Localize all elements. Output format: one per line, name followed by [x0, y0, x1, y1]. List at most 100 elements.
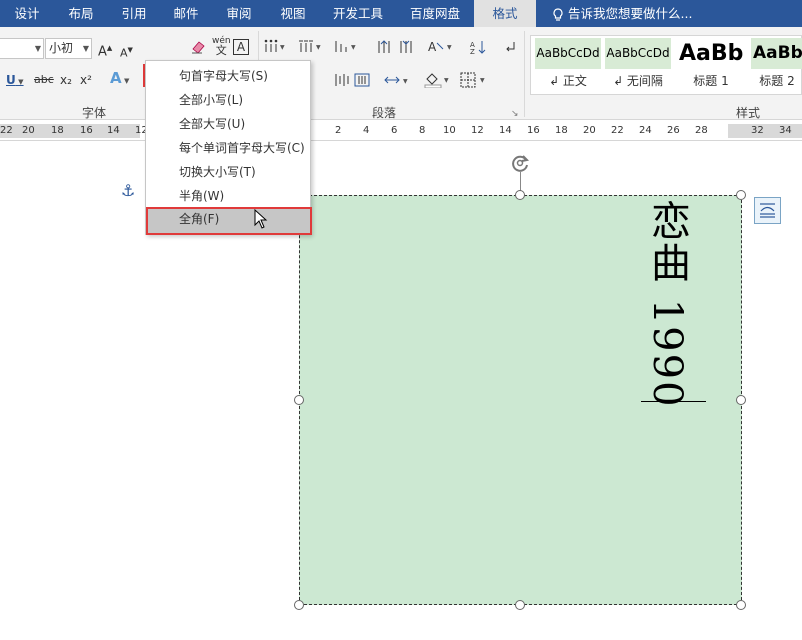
distributed-icon	[354, 73, 370, 87]
menu-item-half-width[interactable]: 半角(W)	[146, 184, 310, 208]
font-name-combo[interactable]: ▼	[0, 38, 44, 59]
tab-developer[interactable]: 开发工具	[320, 0, 396, 27]
styles-group-label: 样式	[736, 106, 761, 120]
tab-format[interactable]: 格式	[474, 0, 536, 27]
text-effects-button[interactable]: A ▼	[110, 70, 129, 89]
resize-handle-right[interactable]	[736, 395, 746, 405]
style-heading-1-name: 标题 1	[693, 74, 729, 88]
tab-view[interactable]: 视图	[266, 0, 320, 27]
borders-button[interactable]: ▼	[460, 72, 488, 92]
subscript-button[interactable]: x₂	[60, 72, 72, 88]
ruler-tick: 24	[639, 125, 652, 136]
tab-mailings[interactable]: 邮件	[160, 0, 212, 27]
shading-button[interactable]: ▼	[424, 72, 452, 92]
menu-item-toggle-case[interactable]: 切换大小写(T)	[146, 160, 310, 184]
decrease-indent-button[interactable]	[376, 39, 392, 59]
tell-me-box[interactable]: 告诉我您想要做什么...	[552, 0, 692, 27]
tab-layout[interactable]: 布局	[54, 0, 108, 27]
resize-handle-bottom-right[interactable]	[736, 600, 746, 610]
group-separator	[524, 31, 525, 117]
text-direction-icon: A ▼	[428, 40, 452, 54]
subscript-icon: x₂	[60, 73, 72, 87]
ruler-tick: 34	[779, 125, 792, 136]
horizontal-ruler[interactable]: 22 20 18 16 14 12 2 4 6 8 10 12 14 16 18…	[0, 121, 802, 141]
underline-button[interactable]: U ▼	[6, 72, 24, 90]
rotate-handle-icon[interactable]	[509, 152, 531, 174]
align-center-icon	[335, 74, 349, 86]
ruler-tick: 12	[471, 125, 484, 136]
style-heading-1-sample: AaBb	[679, 38, 743, 69]
style-heading-1[interactable]: AaBb 标题 1	[679, 38, 743, 94]
distributed-button[interactable]	[354, 73, 370, 91]
multilevel-list-icon: ▼	[335, 41, 356, 52]
text-direction-button[interactable]: A ▼	[428, 39, 454, 59]
layout-options-icon	[760, 203, 775, 218]
superscript-button[interactable]: x²	[80, 72, 92, 88]
resize-handle-bottom-left[interactable]	[294, 600, 304, 610]
paragraph-group-label: 段落	[372, 106, 397, 120]
grow-font-icon: A	[98, 44, 107, 60]
menu-item-uppercase[interactable]: 全部大写(U)	[146, 112, 310, 136]
layout-options-button[interactable]	[754, 197, 781, 224]
resize-handle-left[interactable]	[294, 395, 304, 405]
svg-text:▼: ▼	[351, 44, 356, 51]
tab-design[interactable]: 设计	[0, 0, 54, 27]
text-box-content[interactable]: 恋曲 1990	[644, 200, 690, 409]
lightbulb-icon	[553, 7, 563, 21]
change-case-menu: 句首字母大写(S) 全部小写(L) 全部大写(U) 每个单词首字母大写(C) 切…	[145, 60, 312, 235]
text-cursor-line	[641, 401, 706, 402]
align-center-button[interactable]	[334, 73, 350, 91]
text-effects-icon: A	[110, 69, 122, 87]
increase-indent-button[interactable]	[398, 39, 414, 59]
numbering-button[interactable]: ▼	[298, 39, 322, 57]
ruler-tick: 18	[555, 125, 568, 136]
ruler-tick: 10	[443, 125, 456, 136]
show-marks-button[interactable]	[504, 39, 518, 59]
ruler-tick: 6	[391, 125, 398, 136]
style-normal[interactable]: AaBbCcDd ↲ 正文	[535, 38, 601, 94]
paint-bucket-icon: ▼	[424, 73, 449, 89]
tab-review[interactable]: 审阅	[212, 0, 266, 27]
svg-text:A: A	[428, 40, 437, 54]
style-heading-2-sample: AaBb	[751, 38, 802, 69]
tab-references[interactable]: 引用	[108, 0, 160, 27]
style-normal-sample: AaBbCcDd	[535, 38, 601, 69]
style-no-spacing[interactable]: AaBbCcDd ↲ 无间隔	[605, 38, 671, 94]
resize-handle-top-right[interactable]	[736, 190, 746, 200]
numbering-icon: ▼	[299, 40, 321, 52]
shrink-font-button[interactable]: A▼	[120, 42, 133, 62]
ruler-tick: 16	[527, 125, 540, 136]
bullets-icon: ▼	[264, 39, 285, 52]
sort-button[interactable]: AZ	[470, 39, 486, 59]
bullets-button[interactable]: ▼	[264, 39, 286, 57]
style-normal-name: ↲ 正文	[549, 74, 587, 88]
resize-handle-bottom[interactable]	[515, 600, 525, 610]
ruler-tick: 20	[22, 125, 35, 136]
underline-icon: U	[6, 73, 16, 87]
multilevel-list-button[interactable]: ▼	[333, 39, 357, 57]
clear-format-button[interactable]	[190, 40, 206, 58]
ruler-tick: 4	[363, 125, 370, 136]
svg-text:▼: ▼	[447, 44, 452, 51]
paragraph-dialog-launcher[interactable]: ↘	[511, 106, 519, 122]
menu-item-full-width[interactable]: 全角(F)	[146, 207, 312, 235]
style-no-spacing-sample: AaBbCcDd	[605, 38, 671, 69]
tab-baidu-netdisk[interactable]: 百度网盘	[396, 0, 474, 27]
menu-item-lowercase[interactable]: 全部小写(L)	[146, 88, 310, 112]
phonetic-guide-button[interactable]: wén 文	[212, 37, 231, 57]
font-size-combo[interactable]: 小初 ▼	[45, 38, 92, 59]
style-heading-2[interactable]: AaBb 标题 2	[751, 38, 802, 94]
svg-text:▼: ▼	[480, 77, 485, 84]
character-border-button[interactable]: A	[233, 39, 249, 55]
grow-font-button[interactable]: A▲	[98, 40, 112, 60]
menu-item-capitalize-each-word[interactable]: 每个单词首字母大写(C)	[146, 136, 310, 160]
line-spacing-button[interactable]: ▼	[384, 73, 410, 91]
strikethrough-button[interactable]: abc	[34, 72, 54, 88]
menu-item-sentence-case[interactable]: 句首字母大写(S)	[146, 64, 310, 88]
styles-gallery: AaBbCcDd ↲ 正文 AaBbCcDd ↲ 无间隔 AaBb 标题 1 A…	[530, 35, 802, 95]
ruler-tick: 22	[611, 125, 624, 136]
resize-handle-top[interactable]	[515, 190, 525, 200]
ruler-tick: 22	[0, 125, 13, 136]
font-size-value: 小初	[49, 41, 74, 55]
ruler-tick: 20	[583, 125, 596, 136]
